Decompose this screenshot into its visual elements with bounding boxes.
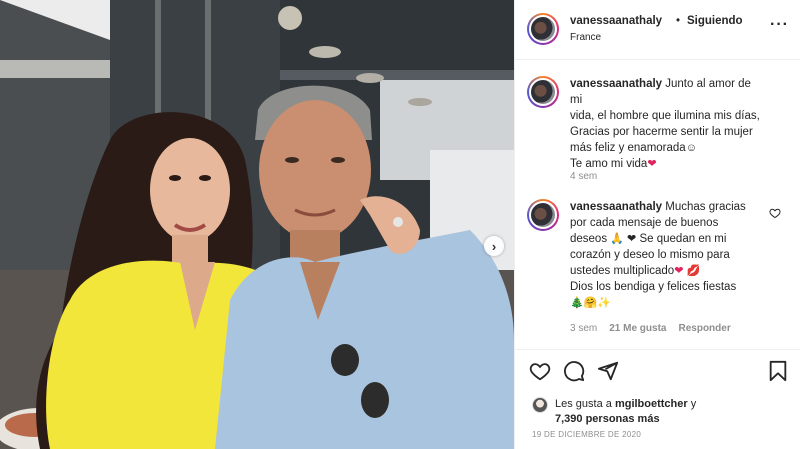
caption-text: vanessaanathaly Junto al amor de mi vida… (570, 76, 760, 172)
comment-line: Dios los bendiga y felices fiestas (570, 281, 737, 293)
comment-bubble-icon[interactable] (563, 360, 585, 382)
like-comment-heart-icon[interactable] (769, 207, 781, 219)
photo-illustration (0, 0, 514, 449)
location-link[interactable]: France (570, 32, 601, 43)
caption-line: vida, el hombre que ilumina mis días, (570, 110, 760, 122)
comment-line: Muchas gracias (665, 201, 746, 213)
heart-kiss-emoji: ❤ 💋 (674, 265, 701, 277)
holiday-emoji: 🎄🤗✨ (570, 297, 612, 309)
caption-line: más feliz y enamorada (570, 142, 686, 154)
reply-button[interactable]: Responder (678, 323, 730, 334)
heart-emoji: ❤ (647, 158, 657, 170)
comment-time: 3 sem (570, 323, 598, 334)
avatar[interactable] (527, 199, 559, 231)
pray-heart-emoji: 🙏 ❤ (610, 233, 637, 245)
post-photo[interactable]: › (0, 0, 514, 449)
likes-summary: Les gusta a mgilboettcher y 7,390 person… (555, 397, 696, 427)
share-send-icon[interactable] (597, 360, 619, 382)
comment-line: por cada mensaje de buenos (570, 217, 719, 229)
caption-line: Gracias por hacerme sentir la mujer (570, 126, 753, 138)
comment-line: deseos (570, 233, 608, 245)
comment-line: Se quedan en mi (639, 233, 727, 245)
likes-conj: y (690, 398, 697, 410)
like-heart-icon[interactable] (529, 360, 551, 382)
caption-line: Te amo mi vida (570, 158, 648, 170)
comment-username[interactable]: vanessaanathaly (570, 201, 662, 213)
comment-line: corazón y deseo lo mismo para (570, 249, 730, 261)
next-photo-button[interactable]: › (484, 236, 504, 256)
header-separator: • (676, 15, 681, 27)
smile-emoji: ☺ (685, 142, 697, 154)
comment: vanessaanathaly Muchas gracias por cada … (527, 199, 789, 339)
likes-prefix: Les gusta a (555, 398, 612, 410)
comment-meta: 3 sem 21 Me gusta Responder (570, 323, 731, 334)
following-button[interactable]: Siguiendo (687, 15, 743, 27)
liker-username[interactable]: mgilboettcher (615, 398, 688, 410)
action-bar: Les gusta a mgilboettcher y 7,390 person… (515, 349, 800, 449)
post-date[interactable]: 19 DE DICIEMBRE DE 2020 (532, 430, 641, 439)
avatar[interactable] (527, 13, 559, 45)
header-username[interactable]: vanessaanathaly (570, 15, 662, 27)
comment-likes[interactable]: 21 Me gusta (609, 323, 666, 334)
post-side-panel: vanessaanathaly • Siguiendo France ··· v… (514, 0, 800, 449)
more-options-icon[interactable]: ··· (770, 17, 789, 33)
comment-line: ustedes multiplicado (570, 265, 675, 277)
caption: vanessaanathaly Junto al amor de mi vida… (527, 76, 789, 186)
likes-others[interactable]: 7,390 personas más (555, 413, 660, 425)
caption-meta: 4 sem (570, 171, 597, 182)
instagram-post: › vanessaanathaly • Siguiendo France ···… (0, 0, 800, 449)
caption-username[interactable]: vanessaanathaly (570, 78, 662, 90)
avatar[interactable] (527, 76, 559, 108)
liker-avatar[interactable] (532, 397, 548, 413)
comment-text: vanessaanathaly Muchas gracias por cada … (570, 199, 760, 311)
post-header: vanessaanathaly • Siguiendo France ··· (515, 0, 800, 60)
caption-time: 4 sem (570, 171, 598, 182)
save-bookmark-icon[interactable] (767, 360, 789, 382)
